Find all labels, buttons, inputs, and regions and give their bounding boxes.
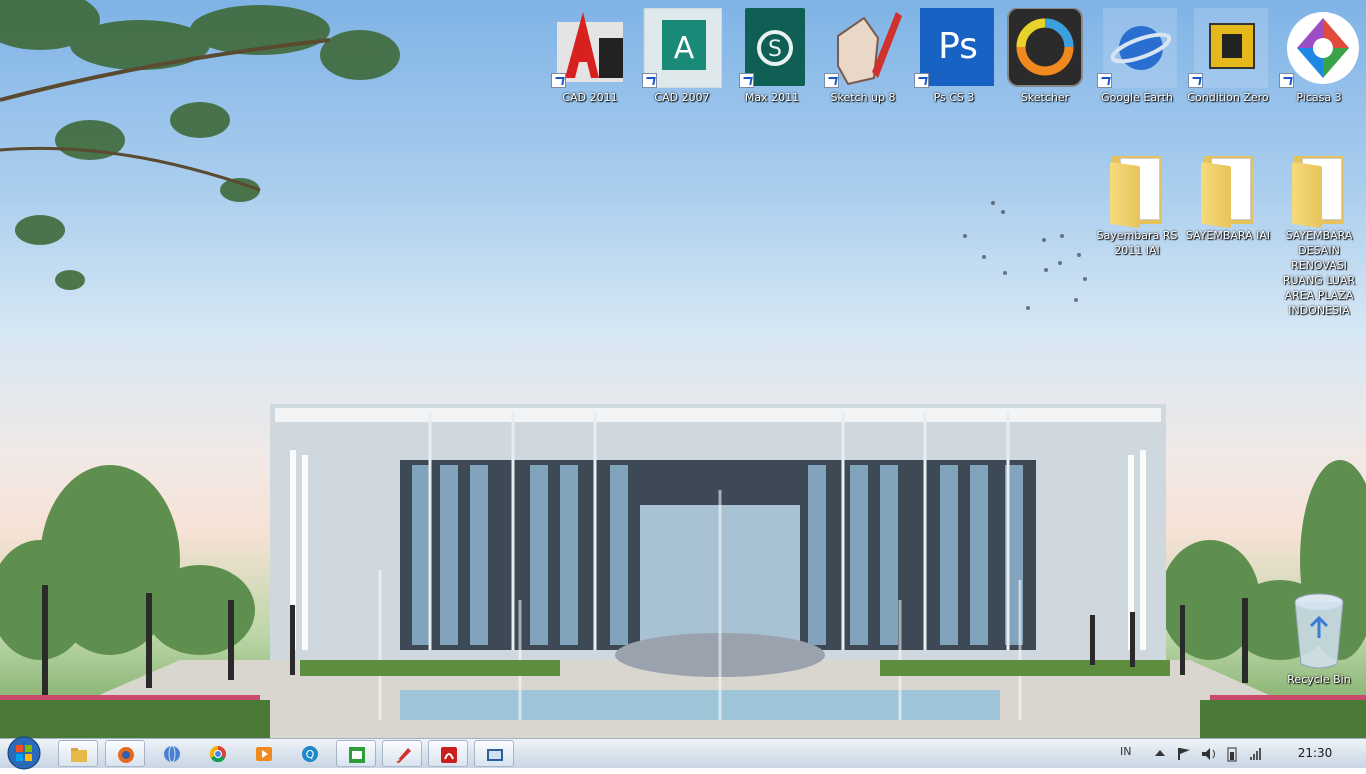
adobe-reader-icon — [441, 747, 457, 763]
language-indicator[interactable]: IN — [1120, 745, 1131, 758]
sketcher-icon — [1006, 7, 1084, 88]
desktop-folder-label: SAYEMBARA IAI — [1185, 229, 1271, 242]
desktop-icon-ps-cs-3[interactable]: Ps Ps CS 3 — [909, 8, 999, 105]
desktop-icon-picasa-3[interactable]: Picasa 3 — [1274, 8, 1364, 105]
photoshop-icon: Ps — [914, 8, 994, 88]
desktop-icon-label: Picasa 3 — [1296, 91, 1342, 104]
taskbar-item-media-player[interactable] — [244, 740, 284, 767]
folder-icon — [1199, 152, 1257, 229]
system-tray — [1155, 747, 1261, 762]
desktop-folder-label: SAYEMBARA DESAIN RENOVASI RUANG LUAR ARE… — [1282, 229, 1356, 317]
desktop-icon-label: Recycle Bin — [1287, 673, 1351, 686]
taskbar-item-firefox[interactable] — [105, 740, 145, 767]
shortcut-arrow-icon — [551, 73, 566, 88]
desktop-icon-cad-2007[interactable]: A CAD 2007 — [637, 7, 727, 105]
windows-explorer-icon — [71, 748, 87, 762]
chrome-icon — [209, 745, 226, 763]
sketchup-icon — [824, 8, 902, 88]
taskbar: Q IN 21:30 — [0, 736, 1366, 770]
desktop-icon-label: Sketcher — [1020, 91, 1070, 104]
shortcut-arrow-icon — [1188, 73, 1203, 88]
desktop-icon-label: Sketch up 8 — [830, 91, 896, 104]
counter-strike-icon — [1188, 8, 1268, 88]
show-hidden-icons-icon — [1155, 750, 1165, 756]
screen-capture-icon — [487, 749, 503, 761]
shortcut-arrow-icon — [642, 73, 657, 88]
desktop-icon-cad-2011[interactable]: CAD 2011 — [545, 8, 635, 105]
shortcut-arrow-icon — [1097, 73, 1112, 88]
recycle-bin-icon — [1289, 592, 1349, 670]
desktop-icon-google-earth[interactable]: Google Earth — [1092, 8, 1182, 105]
pencil-app-icon — [396, 748, 411, 763]
shortcut-arrow-icon — [1279, 73, 1294, 88]
taskbar-item-screen-capture[interactable] — [474, 740, 514, 767]
desktop-icon-label: Ps CS 3 — [933, 91, 975, 104]
svg-text:S: S — [768, 37, 782, 62]
firefox-icon — [118, 747, 134, 763]
desktop-folder-sayembara-iai[interactable]: SAYEMBARA IAI — [1183, 152, 1273, 243]
desktop-icon-condition-zero[interactable]: Condition Zero — [1183, 8, 1273, 105]
action-center-flag-icon — [1178, 748, 1190, 760]
taskbar-item-chrome[interactable] — [198, 740, 238, 767]
windows-start-orb-icon — [7, 736, 41, 770]
desktop-icon-label: Max 2011 — [744, 91, 800, 104]
volume-icon — [1202, 748, 1215, 760]
desktop-icon-label: CAD 2011 — [562, 91, 618, 104]
wallpaper-building — [0, 0, 1366, 738]
battery-icon — [1227, 747, 1237, 762]
google-earth-icon — [1097, 8, 1177, 88]
taskbar-item-q-app[interactable]: Q — [290, 740, 330, 767]
taskbar-item-spreadsheet[interactable] — [336, 740, 376, 767]
taskbar-clock[interactable]: 21:30 — [1290, 739, 1340, 768]
desktop-icon-label: Condition Zero — [1187, 91, 1269, 104]
taskbar-item-explorer[interactable] — [58, 740, 98, 767]
start-button[interactable] — [4, 736, 44, 770]
svg-text:Q: Q — [306, 748, 315, 761]
q-app-icon: Q — [302, 746, 318, 762]
taskbar-item-pencil-app[interactable] — [382, 740, 422, 767]
shortcut-arrow-icon — [739, 73, 754, 88]
network-signal-icon — [1250, 748, 1261, 760]
desktop-folder-sayembara-rs-2011[interactable]: Sayembara RS 2011 IAI — [1092, 152, 1182, 258]
desktop-icon-max-2011[interactable]: S Max 2011 — [727, 8, 817, 105]
picasa-icon — [1279, 8, 1359, 88]
internet-globe-icon — [164, 745, 180, 763]
shortcut-arrow-icon — [824, 73, 839, 88]
autocad-2011-icon — [551, 8, 629, 88]
desktop-icon-label: Google Earth — [1101, 91, 1173, 104]
desktop-icon-sketchup-8[interactable]: Sketch up 8 — [818, 8, 908, 105]
svg-text:Ps: Ps — [938, 26, 978, 67]
desktop-icon-label: CAD 2007 — [654, 91, 710, 104]
desktop-folder-sayembara-desain[interactable]: SAYEMBARA DESAIN RENOVASI RUANG LUAR ARE… — [1274, 152, 1364, 318]
folder-icon — [1108, 152, 1166, 229]
folder-icon — [1290, 152, 1348, 229]
taskbar-item-globe[interactable] — [152, 740, 192, 767]
taskbar-item-adobe-reader[interactable] — [428, 740, 468, 767]
desktop-icon-recycle-bin[interactable]: Recycle Bin — [1274, 592, 1364, 687]
desktop-folder-label: Sayembara RS 2011 IAI — [1096, 229, 1178, 257]
desktop[interactable]: CAD 2011 A CAD 2007 S Max 2011 Sketch up… — [0, 0, 1366, 738]
media-player-icon — [256, 747, 272, 761]
3ds-max-icon: S — [739, 8, 805, 88]
desktop-icon-sketcher[interactable]: Sketcher — [1000, 7, 1090, 105]
shortcut-arrow-icon — [914, 73, 929, 88]
spreadsheet-app-icon — [349, 747, 365, 763]
autocad-2007-icon: A — [642, 7, 723, 89]
svg-text:A: A — [674, 31, 695, 66]
